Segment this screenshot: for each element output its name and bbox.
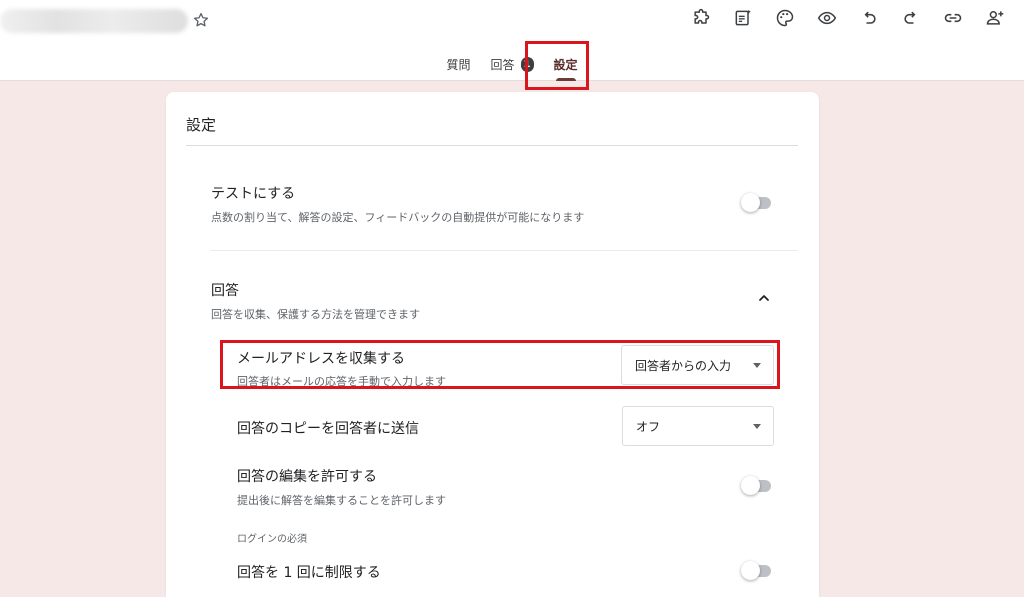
title-divider [186, 145, 798, 146]
allow-edit-title: 回答の編集を許可する [237, 469, 377, 485]
addon-button[interactable] [688, 5, 714, 31]
tab-questions[interactable]: 質問 [436, 48, 480, 81]
puzzle-icon [694, 8, 710, 24]
redo-icon [904, 11, 916, 24]
collect-email-selected: 回答者からの入力 [635, 358, 732, 373]
responses-count-badge: 1 [520, 57, 534, 72]
sparkle-doc-icon [735, 9, 751, 26]
form-title-blurred[interactable] [0, 9, 188, 33]
active-tab-indicator [555, 78, 576, 81]
allow-edit-description: 提出後に解答を編集することを許可します [237, 494, 446, 507]
tab-settings[interactable]: 設定 [544, 48, 588, 81]
limit-one-toggle[interactable] [741, 561, 773, 580]
toggle-knob [741, 193, 760, 212]
toggle-knob [741, 561, 760, 580]
preview-button[interactable] [814, 5, 840, 31]
settings-card: 設定 テストにする 点数の割り当て、解答の設定、フィードバックの自動提供が可能に… [166, 92, 819, 597]
send-copy-dropdown[interactable]: オフ [622, 406, 774, 446]
tab-responses-label: 回答 [490, 58, 515, 72]
section-divider [211, 250, 798, 251]
quiz-description: 点数の割り当て、解答の設定、フィードバックの自動提供が可能になります [211, 211, 585, 224]
eye-icon [817, 11, 837, 25]
send-copy-selected: オフ [636, 419, 661, 434]
collect-email-title: メールアドレスを収集する [237, 351, 405, 367]
collect-email-setting: メールアドレスを収集する 回答者はメールの応答を手動で入力します [237, 348, 446, 389]
copy-link-button[interactable] [940, 5, 966, 31]
redo-button[interactable] [898, 5, 924, 31]
allow-edit-toggle[interactable] [741, 476, 773, 495]
chevron-up-icon[interactable] [756, 290, 772, 306]
toggle-knob [741, 476, 760, 495]
theme-button[interactable] [772, 5, 798, 31]
limit-one-setting: 回答を 1 回に制限する [237, 562, 381, 582]
add-collaborator-button[interactable] [982, 5, 1008, 31]
form-tabs: 質問 回答 1 設定 [0, 48, 1024, 81]
send-copy-title: 回答のコピーを回答者に送信 [237, 421, 419, 437]
link-icon [944, 13, 962, 23]
collect-email-description: 回答者はメールの応答を手動で入力します [237, 375, 446, 388]
quiz-toggle[interactable] [741, 193, 773, 212]
quiz-setting: テストにする 点数の割り当て、解答の設定、フィードバックの自動提供が可能になりま… [211, 183, 584, 225]
sheets-ai-button[interactable] [730, 5, 756, 31]
toolbar [688, 6, 1008, 30]
tab-questions-label: 質問 [446, 58, 471, 72]
responses-section-title: 回答 [211, 283, 239, 299]
quiz-title: テストにする [211, 186, 296, 202]
collect-email-dropdown[interactable]: 回答者からの入力 [621, 345, 774, 385]
palette-icon [776, 9, 794, 27]
send-copy-setting: 回答のコピーを回答者に送信 [237, 418, 419, 438]
allow-edit-setting: 回答の編集を許可する 提出後に解答を編集することを許可します [237, 466, 446, 508]
login-required-label: ログインの必須 [237, 534, 307, 545]
undo-button[interactable] [856, 5, 882, 31]
caret-down-icon [753, 362, 761, 368]
caret-down-icon [753, 423, 761, 429]
top-bar: 質問 回答 1 設定 [0, 0, 1024, 81]
tab-responses[interactable]: 回答 1 [480, 48, 543, 81]
tab-settings-label: 設定 [553, 58, 578, 72]
page-title: 設定 [186, 116, 217, 134]
responses-section-description: 回答を収集、保護する方法を管理できます [211, 308, 420, 321]
limit-one-title: 回答を 1 回に制限する [237, 565, 381, 581]
star-icon[interactable] [192, 11, 210, 29]
undo-icon [864, 11, 876, 24]
person-add-icon [986, 11, 1004, 25]
responses-section[interactable]: 回答 回答を収集、保護する方法を管理できます [211, 280, 420, 322]
